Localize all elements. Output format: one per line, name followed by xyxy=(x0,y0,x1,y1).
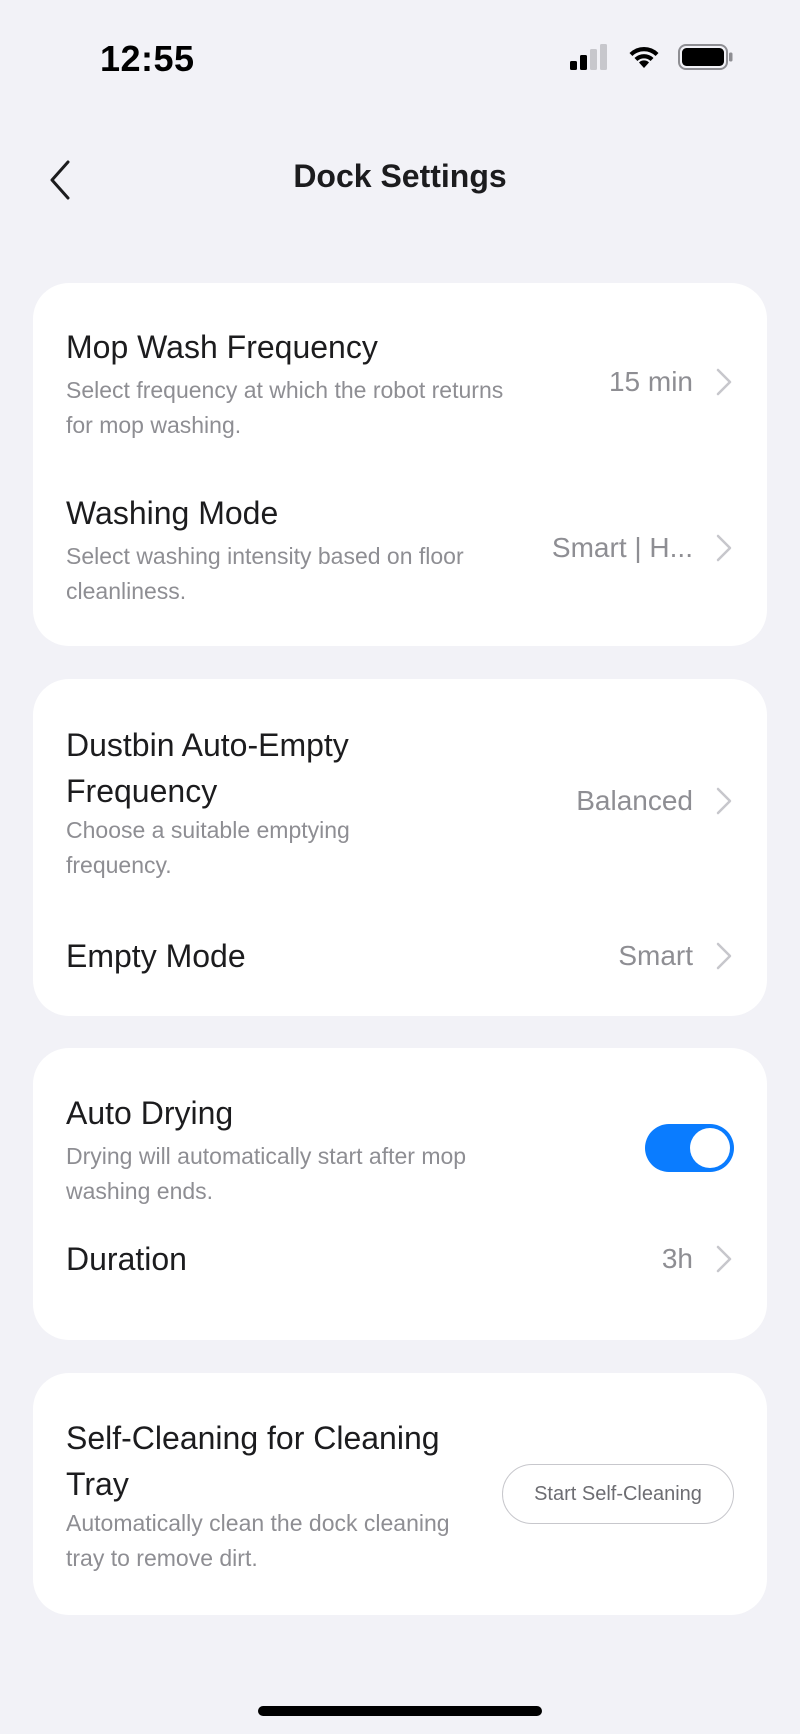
status-time: 12:55 xyxy=(100,38,195,79)
self-cleaning-title: Self-Cleaning for Cleaning Tray xyxy=(66,1420,440,1502)
duration-row[interactable]: Duration 3h xyxy=(33,1210,767,1340)
chevron-right-icon xyxy=(716,942,732,970)
dustbin-auto-empty-value: Balanced xyxy=(576,785,693,816)
cellular-signal-icon xyxy=(570,44,607,70)
empty-mode-title: Empty Mode xyxy=(66,938,246,974)
self-cleaning-desc: Automatically clean the dock cleaning tr… xyxy=(66,1510,450,1571)
washing-mode-row[interactable]: Washing Mode Select washing intensity ba… xyxy=(33,449,767,646)
mop-wash-frequency-title: Mop Wash Frequency xyxy=(66,329,378,365)
wifi-icon xyxy=(629,46,659,68)
tray-settings-card: Self-Cleaning for Cleaning Tray Automati… xyxy=(33,1373,767,1615)
status-bar: 12:55 xyxy=(0,0,800,110)
self-cleaning-row: Self-Cleaning for Cleaning Tray Automati… xyxy=(33,1373,767,1615)
chevron-right-icon xyxy=(716,368,732,396)
washing-mode-desc: Select washing intensity based on floor … xyxy=(66,543,464,604)
mop-wash-frequency-desc: Select frequency at which the robot retu… xyxy=(66,377,504,438)
dustbin-auto-empty-desc: Choose a suitable emptying frequency. xyxy=(66,817,350,878)
drying-settings-card: Auto Drying Drying will automatically st… xyxy=(33,1048,767,1340)
toggle-knob xyxy=(690,1128,730,1168)
chevron-right-icon xyxy=(716,1245,732,1273)
auto-drying-desc: Drying will automatically start after mo… xyxy=(66,1143,467,1204)
duration-value: 3h xyxy=(661,1243,693,1274)
mop-wash-frequency-row[interactable]: Mop Wash Frequency Select frequency at w… xyxy=(33,283,767,449)
home-indicator xyxy=(258,1706,542,1716)
dustbin-auto-empty-row[interactable]: Dustbin Auto-Empty Frequency Choose a su… xyxy=(33,679,767,887)
dock-settings-screen: 12:55 Dock Settings Mop Wash Frequency S… xyxy=(0,0,800,1734)
battery-icon xyxy=(678,44,733,70)
chevron-right-icon xyxy=(716,787,732,815)
mop-wash-frequency-value: 15 min xyxy=(608,366,693,397)
dustbin-settings-card: Dustbin Auto-Empty Frequency Choose a su… xyxy=(33,679,767,1016)
auto-drying-title: Auto Drying xyxy=(66,1095,234,1131)
auto-drying-row: Auto Drying Drying will automatically st… xyxy=(33,1048,767,1210)
page-title: Dock Settings xyxy=(293,158,507,194)
washing-mode-value: Smart | H... xyxy=(551,532,693,563)
auto-drying-toggle[interactable] xyxy=(645,1124,734,1172)
nav-bar: Dock Settings xyxy=(0,140,800,220)
empty-mode-row[interactable]: Empty Mode Smart xyxy=(33,887,767,1016)
duration-title: Duration xyxy=(66,1241,187,1277)
washing-mode-title: Washing Mode xyxy=(66,495,279,531)
dustbin-auto-empty-title: Dustbin Auto-Empty Frequency xyxy=(66,727,349,809)
chevron-right-icon xyxy=(716,534,732,562)
mop-settings-card: Mop Wash Frequency Select frequency at w… xyxy=(33,283,767,646)
start-self-cleaning-button[interactable]: Start Self-Cleaning xyxy=(502,1464,734,1524)
empty-mode-value: Smart xyxy=(618,940,693,971)
status-icons xyxy=(570,44,734,70)
